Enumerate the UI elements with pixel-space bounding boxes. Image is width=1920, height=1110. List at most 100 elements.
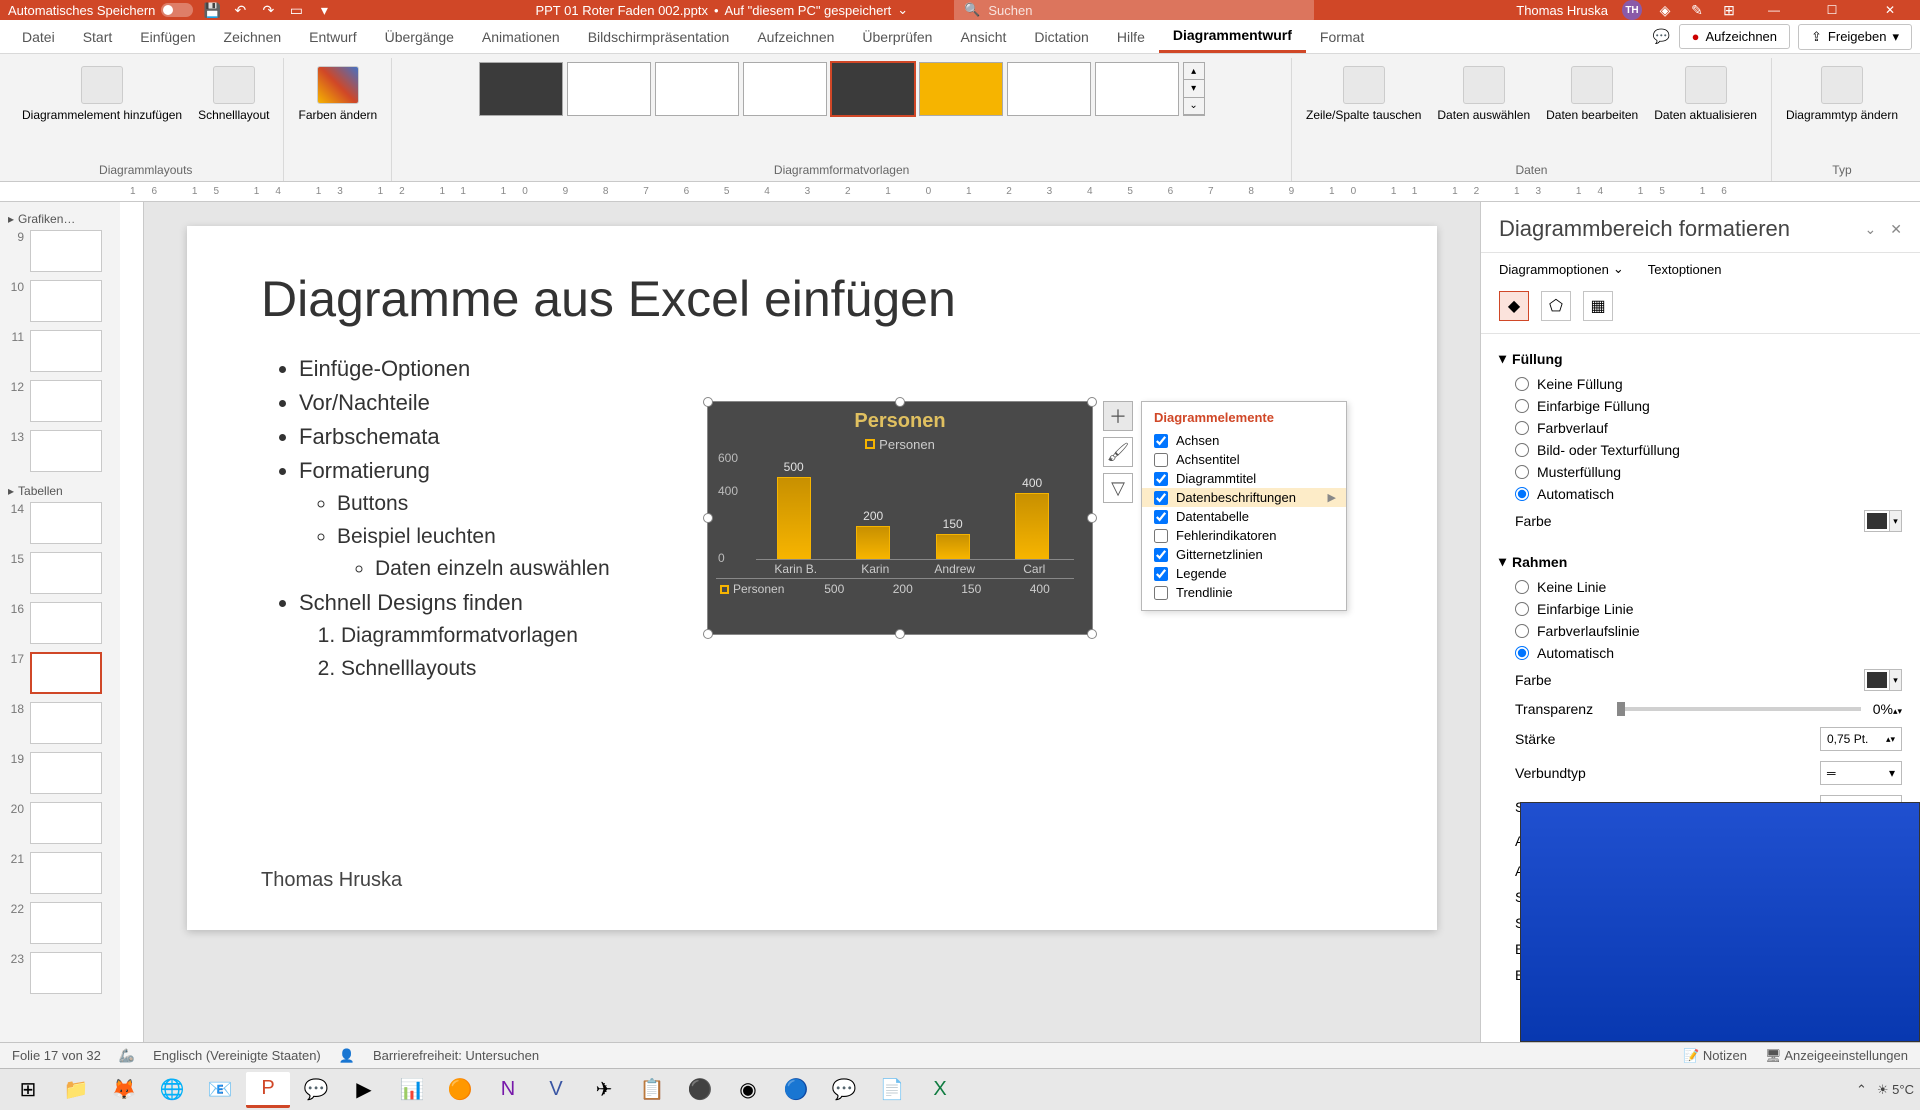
present-icon[interactable]: ▭ <box>287 1 305 19</box>
slide-thumb-11[interactable] <box>30 330 102 372</box>
fill-color-picker[interactable]: ▾ <box>1864 510 1902 532</box>
comments-icon[interactable]: 💬 <box>1653 28 1671 46</box>
firefox-icon[interactable]: 🦊 <box>102 1072 146 1108</box>
telegram-icon[interactable]: ✈ <box>582 1072 626 1108</box>
chart-element-achsentitel[interactable]: Achsentitel <box>1142 450 1346 469</box>
chart-element-fehlerindikatoren[interactable]: Fehlerindikatoren <box>1142 526 1346 545</box>
chart-style-5[interactable] <box>831 62 915 116</box>
chart-element-trendlinie[interactable]: Trendlinie <box>1142 583 1346 602</box>
chart-style-1[interactable] <box>479 62 563 116</box>
checkbox[interactable] <box>1154 510 1168 524</box>
slide-thumb-14[interactable] <box>30 502 102 544</box>
chart-legend[interactable]: Personen <box>708 437 1092 452</box>
excel-icon[interactable]: X <box>918 1072 962 1108</box>
search-input[interactable]: 🔍 Suchen <box>954 0 1314 22</box>
tab-überprüfen[interactable]: Überprüfen <box>848 20 946 53</box>
pane-options-icon[interactable]: ⌄ <box>1865 221 1877 238</box>
border-option[interactable]: Automatisch <box>1499 642 1902 664</box>
tab-bildschirmpräsentation[interactable]: Bildschirmpräsentation <box>574 20 744 53</box>
fill-line-tab-icon[interactable]: ◆ <box>1499 291 1529 321</box>
display-settings-button[interactable]: 🖥 Anzeigeeinstellungen <box>1765 1048 1908 1064</box>
tab-einfügen[interactable]: Einfügen <box>126 20 209 53</box>
app5-icon[interactable]: ◉ <box>726 1072 770 1108</box>
fill-option[interactable]: Einfarbige Füllung <box>1499 395 1902 417</box>
explorer-icon[interactable]: 📁 <box>54 1072 98 1108</box>
start-button[interactable]: ⊞ <box>6 1072 50 1108</box>
chart-element-achsen[interactable]: Achsen <box>1142 431 1346 450</box>
chrome-icon[interactable]: 🌐 <box>150 1072 194 1108</box>
slide-thumb-23[interactable] <box>30 952 102 994</box>
slide-counter[interactable]: Folie 17 von 32 <box>12 1048 101 1063</box>
slide-thumb-17[interactable] <box>30 652 102 694</box>
chart-bar[interactable]: 500 <box>777 477 811 560</box>
chart-element-legende[interactable]: Legende <box>1142 564 1346 583</box>
fill-option[interactable]: Automatisch <box>1499 483 1902 505</box>
pane-close-icon[interactable]: ✕ <box>1890 221 1902 238</box>
checkbox[interactable] <box>1154 472 1168 486</box>
chart-elements-button[interactable]: ＋ <box>1103 401 1133 431</box>
chart-object[interactable]: Personen Personen 0400600500200150400 Ka… <box>707 401 1093 635</box>
app8-icon[interactable]: 📄 <box>870 1072 914 1108</box>
obs-icon[interactable]: ⚫ <box>678 1072 722 1108</box>
window-icon[interactable]: ⊞ <box>1720 1 1738 19</box>
chart-element-diagrammtitel[interactable]: Diagrammtitel <box>1142 469 1346 488</box>
app2-icon[interactable]: 📊 <box>390 1072 434 1108</box>
switch-row-col-button[interactable]: Zeile/Spalte tauschen <box>1302 62 1425 126</box>
notes-button[interactable]: 📝 Notizen <box>1683 1048 1747 1064</box>
chart-data-table[interactable]: Personen500200150400 <box>716 578 1074 599</box>
chart-style-7[interactable] <box>1007 62 1091 116</box>
slide-thumb-21[interactable] <box>30 852 102 894</box>
fill-option[interactable]: Bild- oder Texturfüllung <box>1499 439 1902 461</box>
checkbox[interactable] <box>1154 567 1168 581</box>
fill-option[interactable]: Keine Füllung <box>1499 373 1902 395</box>
slide-thumb-15[interactable] <box>30 552 102 594</box>
share-button[interactable]: ⇪Freigeben▾ <box>1798 24 1912 50</box>
slide-thumb-22[interactable] <box>30 902 102 944</box>
fill-option[interactable]: Musterfüllung <box>1499 461 1902 483</box>
quick-layout-button[interactable]: Schnelllayout <box>194 62 273 126</box>
record-button[interactable]: ●Aufzeichnen <box>1679 24 1790 49</box>
chart-element-datenbeschriftungen[interactable]: Datenbeschriftungen▶ <box>1142 488 1346 507</box>
slide-thumb-10[interactable] <box>30 280 102 322</box>
chart-x-axis[interactable]: Karin B.KarinAndrewCarl <box>756 562 1074 576</box>
redo-icon[interactable]: ↷ <box>259 1 277 19</box>
chart-filters-button[interactable]: ▽ <box>1103 473 1133 503</box>
slide-thumb-20[interactable] <box>30 802 102 844</box>
checkbox[interactable] <box>1154 434 1168 448</box>
tab-animationen[interactable]: Animationen <box>468 20 574 53</box>
select-data-button[interactable]: Daten auswählen <box>1433 62 1534 126</box>
chart-bar[interactable]: 200 <box>856 526 890 559</box>
chart-bar[interactable]: 150 <box>936 534 970 559</box>
slide-thumb-18[interactable] <box>30 702 102 744</box>
chart-style-6[interactable] <box>919 62 1003 116</box>
app4-icon[interactable]: 📋 <box>630 1072 674 1108</box>
maximize-button[interactable]: ☐ <box>1810 2 1854 18</box>
weather-widget[interactable]: ☀ 5°C <box>1877 1082 1914 1098</box>
close-button[interactable]: ✕ <box>1868 2 1912 18</box>
refresh-data-button[interactable]: Daten aktualisieren <box>1650 62 1761 126</box>
tab-übergänge[interactable]: Übergänge <box>371 20 468 53</box>
tab-format[interactable]: Format <box>1306 20 1378 53</box>
save-icon[interactable]: 💾 <box>203 1 221 19</box>
fill-section-header[interactable]: ▾Füllung <box>1499 344 1902 373</box>
gallery-more[interactable]: ▴▾⌄ <box>1183 62 1205 116</box>
slide-thumbnails-panel[interactable]: ▸Grafiken…910111213▸Tabellen141516171819… <box>0 202 120 1042</box>
app-icon[interactable]: 💬 <box>294 1072 338 1108</box>
change-chart-type-button[interactable]: Diagrammtyp ändern <box>1782 62 1902 126</box>
more-qat-icon[interactable]: ▾ <box>315 1 333 19</box>
tab-dictation[interactable]: Dictation <box>1020 20 1102 53</box>
autosave-toggle[interactable]: Automatisches Speichern <box>8 3 193 18</box>
border-option[interactable]: Keine Linie <box>1499 576 1902 598</box>
fill-option[interactable]: Farbverlauf <box>1499 417 1902 439</box>
app3-icon[interactable]: 🟠 <box>438 1072 482 1108</box>
app6-icon[interactable]: 🔵 <box>774 1072 818 1108</box>
tab-start[interactable]: Start <box>69 20 127 53</box>
slide-thumb-16[interactable] <box>30 602 102 644</box>
tab-hilfe[interactable]: Hilfe <box>1103 20 1159 53</box>
chart-title[interactable]: Personen <box>708 402 1092 437</box>
chart-style-2[interactable] <box>567 62 651 116</box>
chart-style-4[interactable] <box>743 62 827 116</box>
tab-zeichnen[interactable]: Zeichnen <box>210 20 296 53</box>
slide-thumb-12[interactable] <box>30 380 102 422</box>
title-dropdown-icon[interactable]: ⌄ <box>897 2 908 18</box>
